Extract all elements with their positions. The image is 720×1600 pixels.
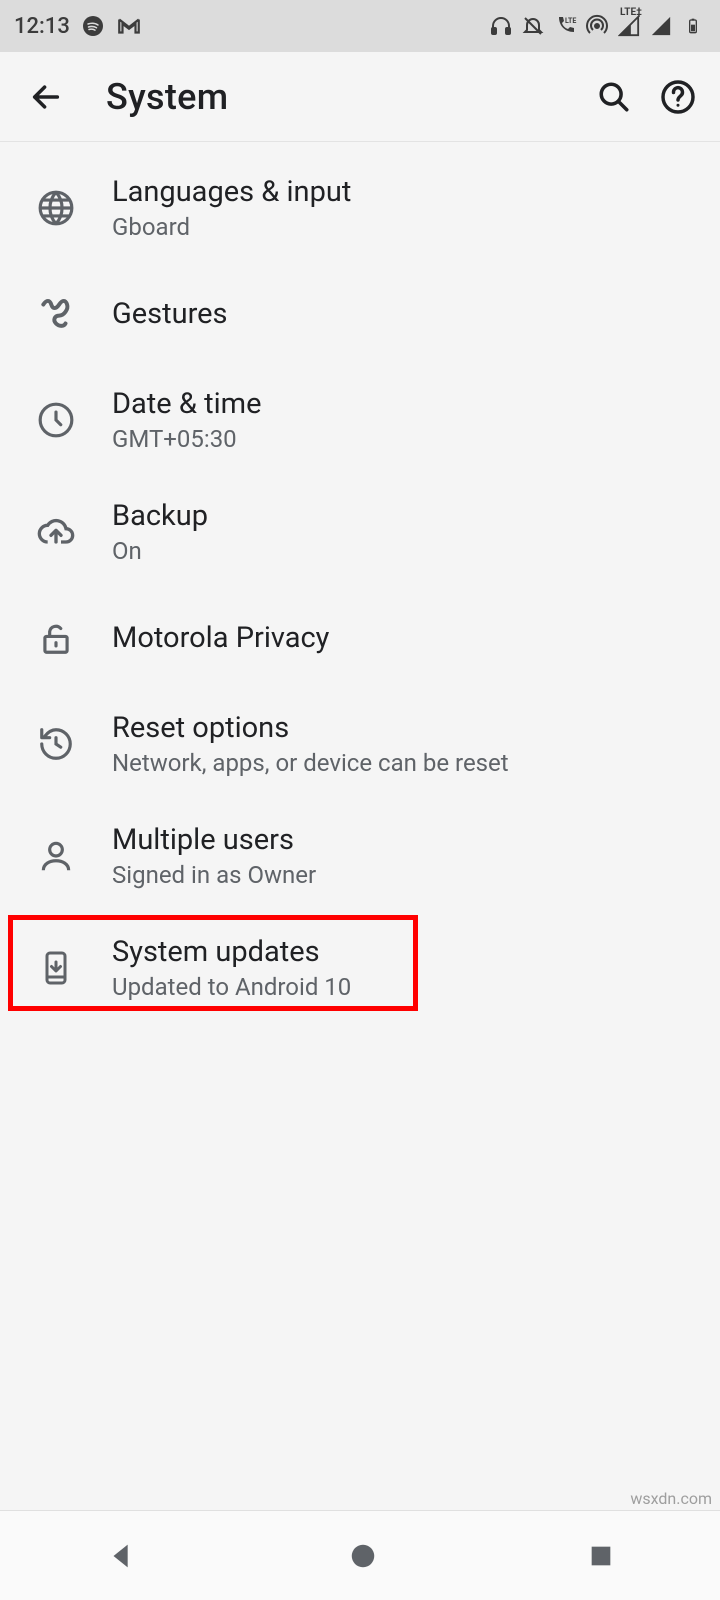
row-system-updates[interactable]: System updates Updated to Android 10: [0, 912, 720, 1024]
row-subtitle: Signed in as Owner: [112, 861, 700, 889]
battery-icon: [680, 13, 706, 39]
row-subtitle: On: [112, 537, 700, 565]
spotify-icon: [80, 13, 106, 39]
row-backup[interactable]: Backup On: [0, 476, 720, 588]
system-update-icon: [38, 950, 74, 986]
lte-text: LTE‡: [620, 7, 642, 18]
back-button[interactable]: [26, 77, 66, 117]
globe-icon: [37, 189, 75, 227]
dnd-icon: [520, 13, 546, 39]
wifi-calling-icon: LTE: [552, 13, 578, 39]
row-multiple-users[interactable]: Multiple users Signed in as Owner: [0, 800, 720, 912]
row-motorola-privacy[interactable]: Motorola Privacy: [0, 588, 720, 688]
row-subtitle: Gboard: [112, 213, 700, 241]
row-title: Motorola Privacy: [112, 621, 700, 656]
person-icon: [37, 837, 75, 875]
signal-full-icon: [648, 13, 674, 39]
row-title: Date & time: [112, 387, 700, 422]
nav-back[interactable]: [105, 1539, 139, 1573]
row-title: Reset options: [112, 711, 700, 746]
row-date-time[interactable]: Date & time GMT+05:30: [0, 364, 720, 476]
nav-recent[interactable]: [587, 1542, 615, 1570]
row-subtitle: Updated to Android 10: [112, 973, 700, 1001]
hotspot-icon: [584, 13, 610, 39]
row-languages-input[interactable]: Languages & input Gboard: [0, 152, 720, 264]
settings-list: Languages & input Gboard Gestures Date &…: [0, 142, 720, 1024]
row-reset-options[interactable]: Reset options Network, apps, or device c…: [0, 688, 720, 800]
header: System: [0, 52, 720, 142]
svg-text:LTE: LTE: [565, 17, 576, 25]
gmail-icon: [116, 13, 142, 39]
row-title: Gestures: [112, 297, 700, 332]
signal-icon: LTE‡: [616, 13, 642, 39]
restore-icon: [37, 725, 75, 763]
status-bar: 12:13 LTE LTE‡: [0, 0, 720, 52]
clock-icon: [37, 401, 75, 439]
cloud-upload-icon: [36, 512, 76, 552]
page-title: System: [106, 76, 572, 118]
gesture-icon: [37, 295, 75, 333]
help-button[interactable]: [656, 75, 700, 119]
row-title: Backup: [112, 499, 700, 534]
row-gestures[interactable]: Gestures: [0, 264, 720, 364]
headphones-icon: [488, 13, 514, 39]
row-title: System updates: [112, 935, 700, 970]
row-title: Multiple users: [112, 823, 700, 858]
navigation-bar: [0, 1510, 720, 1600]
search-button[interactable]: [592, 75, 636, 119]
nav-home[interactable]: [348, 1541, 378, 1571]
row-title: Languages & input: [112, 175, 700, 210]
row-subtitle: Network, apps, or device can be reset: [112, 749, 700, 777]
row-subtitle: GMT+05:30: [112, 425, 700, 453]
status-time: 12:13: [14, 14, 70, 39]
watermark: wsxdn.com: [630, 1489, 712, 1508]
unlock-icon: [37, 619, 75, 657]
